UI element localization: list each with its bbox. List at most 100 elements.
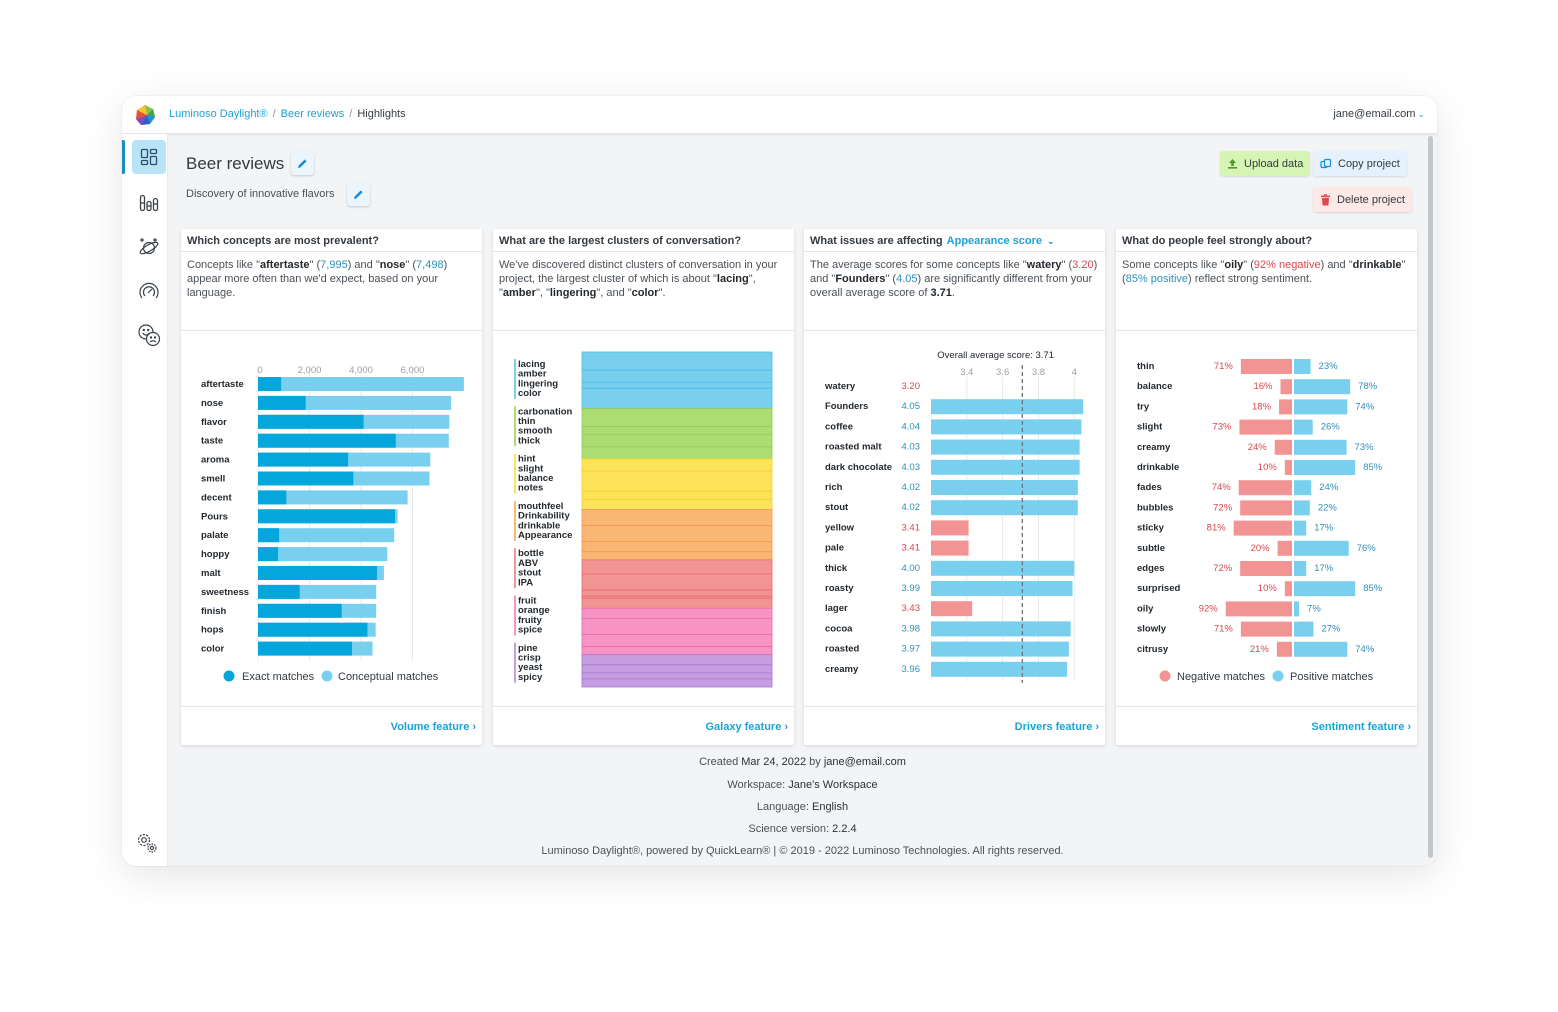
category-label: oily bbox=[1137, 603, 1154, 614]
volume-feature-link[interactable]: Volume feature › bbox=[391, 709, 476, 745]
project-description: Discovery of innovative flavors bbox=[186, 188, 335, 200]
cluster-segment bbox=[581, 470, 773, 492]
category-label: Founders bbox=[825, 401, 868, 412]
exact-bar bbox=[258, 641, 352, 656]
created-info: Created Mar 24, 2022 by jane@email.com bbox=[699, 756, 906, 768]
sidebar-item-drivers[interactable] bbox=[132, 274, 166, 308]
cluster-term: spice bbox=[518, 625, 542, 636]
negative-value: 72% bbox=[1213, 502, 1233, 513]
breadcrumb-luminoso-daylight[interactable]: Luminoso Daylight® bbox=[169, 108, 268, 120]
breadcrumb-beer-reviews[interactable]: Beer reviews bbox=[281, 108, 345, 120]
edit-title-button[interactable] bbox=[291, 152, 314, 175]
copy-project-button[interactable]: Copy project bbox=[1313, 151, 1407, 176]
card-description: We've discovered distinct clusters of co… bbox=[493, 252, 794, 331]
cluster-color-bar bbox=[514, 595, 516, 636]
exact-bar bbox=[258, 395, 306, 410]
user-menu[interactable]: jane@email.com ⌄ bbox=[1333, 108, 1425, 120]
positive-bar bbox=[1294, 520, 1307, 536]
score-field-selector[interactable]: Appearance score ⌄ bbox=[947, 235, 1055, 247]
cluster-term: spicy bbox=[518, 672, 543, 683]
negative-bar bbox=[1277, 540, 1292, 556]
score-bar bbox=[931, 500, 1078, 516]
cluster-segment bbox=[581, 672, 773, 680]
negative-value: 20% bbox=[1251, 543, 1271, 554]
galaxy-feature-link[interactable]: Galaxy feature › bbox=[706, 709, 789, 745]
delete-project-label: Delete project bbox=[1337, 193, 1405, 206]
category-label: citrusy bbox=[1137, 644, 1169, 655]
category-label: edges bbox=[1137, 563, 1164, 574]
positive-bar bbox=[1294, 480, 1312, 496]
card-body: lacing amber lingering color carbonation thin… bbox=[493, 331, 794, 707]
score-bar bbox=[931, 480, 1078, 495]
legend-swatch-negative bbox=[1159, 670, 1171, 682]
copyright: Luminoso Daylight®, powered by QuickLear… bbox=[541, 845, 1064, 857]
category-label: finish bbox=[201, 606, 227, 617]
category-label: coffee bbox=[825, 421, 853, 432]
cluster-segment bbox=[581, 607, 773, 619]
category-label: creamy bbox=[825, 664, 859, 675]
drivers-feature-link[interactable]: Drivers feature › bbox=[1015, 709, 1099, 745]
category-label: smell bbox=[201, 474, 225, 485]
negative-value: 72% bbox=[1213, 563, 1233, 574]
negative-value: 10% bbox=[1258, 583, 1278, 594]
sidebar-item-volume[interactable] bbox=[132, 186, 166, 220]
category-label: bubbles bbox=[1137, 502, 1173, 513]
positive-value: 73% bbox=[1355, 442, 1375, 453]
negative-bar bbox=[1225, 601, 1292, 617]
project-title: Beer reviews bbox=[186, 154, 285, 173]
luminoso-logo-icon[interactable] bbox=[134, 104, 156, 126]
score-bar bbox=[931, 540, 969, 556]
category-label: Pours bbox=[201, 511, 228, 522]
chevron-right-icon: › bbox=[784, 721, 788, 733]
sentiment-feature-link[interactable]: Sentiment feature › bbox=[1311, 709, 1411, 745]
positive-bar bbox=[1294, 621, 1314, 637]
sidebar-item-galaxy[interactable] bbox=[132, 230, 166, 264]
copy-project-label: Copy project bbox=[1338, 157, 1400, 170]
upload-icon bbox=[1228, 159, 1237, 169]
positive-bar bbox=[1294, 561, 1307, 576]
value-label: 3.41 bbox=[902, 522, 921, 533]
upload-data-button[interactable]: Upload data bbox=[1220, 151, 1311, 176]
breadcrumb-highlights: Highlights bbox=[357, 108, 406, 120]
category-label: try bbox=[1137, 401, 1150, 412]
cluster-segment bbox=[581, 541, 773, 553]
exact-bar bbox=[258, 414, 364, 429]
delete-project-button[interactable]: Delete project bbox=[1313, 187, 1412, 212]
volume-bars-icon bbox=[139, 194, 159, 212]
settings-button[interactable] bbox=[130, 826, 164, 860]
negative-value: 16% bbox=[1253, 381, 1273, 392]
sentiment-card: What do people feel strongly about? Some… bbox=[1116, 229, 1417, 745]
negative-value: 74% bbox=[1212, 482, 1232, 493]
cluster-segment bbox=[581, 351, 773, 371]
card-body: 0 2,000 4,000 6,000 aftertaste nose flavor tast… bbox=[181, 331, 482, 707]
negative-bar bbox=[1238, 480, 1292, 496]
cluster-color-bar bbox=[514, 406, 516, 447]
category-label: roasted bbox=[825, 644, 860, 655]
x-tick-label: 3.8 bbox=[1032, 367, 1045, 378]
legend-label: Conceptual matches bbox=[338, 671, 439, 683]
cluster-color-bar bbox=[514, 359, 516, 399]
x-tick-label: 3.4 bbox=[960, 367, 973, 378]
settings-gears-icon bbox=[137, 833, 157, 853]
sidebar-item-sentiment[interactable] bbox=[132, 318, 166, 352]
cluster-segment bbox=[581, 664, 773, 674]
exact-bar bbox=[258, 584, 300, 599]
score-bar bbox=[931, 661, 1068, 677]
cluster-term: notes bbox=[518, 483, 543, 494]
value-label: 4.02 bbox=[902, 482, 921, 493]
cluster-term: Appearance bbox=[518, 530, 572, 541]
cluster-color-bar bbox=[514, 500, 516, 541]
category-label: balance bbox=[1137, 381, 1172, 392]
positive-bar bbox=[1294, 399, 1348, 415]
cluster-segment bbox=[581, 490, 773, 500]
value-label: 4.03 bbox=[902, 442, 921, 453]
vertical-scrollbar[interactable] bbox=[1428, 136, 1433, 858]
positive-value: 17% bbox=[1314, 563, 1334, 574]
sidebar-item-highlights[interactable] bbox=[132, 140, 166, 174]
legend-swatch-positive bbox=[1272, 670, 1284, 682]
galaxy-chart: lacingamberlingeringcolorcarbonationthin… bbox=[514, 351, 773, 688]
edit-description-button[interactable] bbox=[347, 183, 370, 206]
cluster-segment bbox=[581, 646, 773, 656]
card-title: Which concepts are most prevalent? bbox=[181, 229, 482, 252]
value-label: 3.20 bbox=[902, 381, 921, 392]
